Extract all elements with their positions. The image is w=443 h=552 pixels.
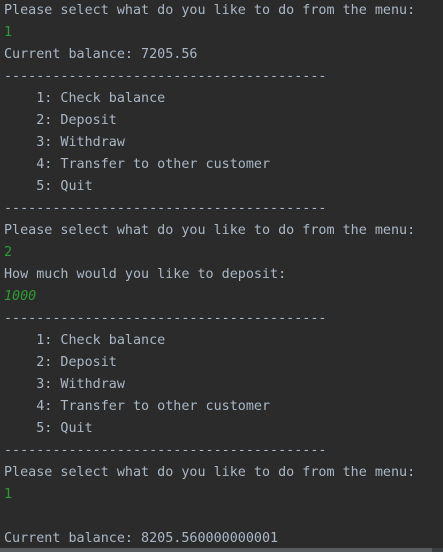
console-output[interactable]: Please select what do you like to do fro… — [0, 0, 443, 548]
console-line-separator: ---------------------------------------- — [4, 201, 327, 216]
console-line-deposit-prompt: How much would you like to deposit: — [4, 267, 287, 282]
console-line-menu-item: 5: Quit — [4, 179, 93, 194]
console-line-separator: ---------------------------------------- — [4, 69, 327, 84]
console-line-menu-item: 1: Check balance — [4, 91, 166, 106]
console-line-separator: ---------------------------------------- — [4, 443, 327, 458]
console-line-menu-item: 2: Deposit — [4, 113, 117, 128]
console-line-prompt: Please select what do you like to do fro… — [4, 465, 416, 480]
console-line-menu-item: 5: Quit — [4, 421, 93, 436]
console-line-menu-item: 3: Withdraw — [4, 377, 125, 392]
scrollbar-thumb[interactable] — [0, 548, 432, 552]
console-line-prompt: Please select what do you like to do fro… — [4, 223, 416, 238]
console-line-prompt: Please select what do you like to do fro… — [4, 3, 416, 18]
console-line-balance: Current balance: 7205.56 — [4, 47, 198, 62]
console-line-user-input: 1 — [4, 487, 13, 502]
console-line-menu-item: 1: Check balance — [4, 333, 166, 348]
console-line-user-input: 2 — [4, 245, 13, 260]
console-line-menu-item: 2: Deposit — [4, 355, 117, 370]
horizontal-scrollbar[interactable] — [0, 548, 443, 552]
console-line-menu-item: 3: Withdraw — [4, 135, 125, 150]
console-line-menu-item: 4: Transfer to other customer — [4, 399, 271, 414]
console-line-separator: ---------------------------------------- — [4, 311, 327, 326]
console-line-balance: Current balance: 8205.560000000001 — [4, 531, 279, 546]
console-line-user-input: 1 — [4, 25, 13, 40]
console-line-menu-item: 4: Transfer to other customer — [4, 157, 271, 172]
console-line-user-input: 1000 — [4, 289, 37, 304]
